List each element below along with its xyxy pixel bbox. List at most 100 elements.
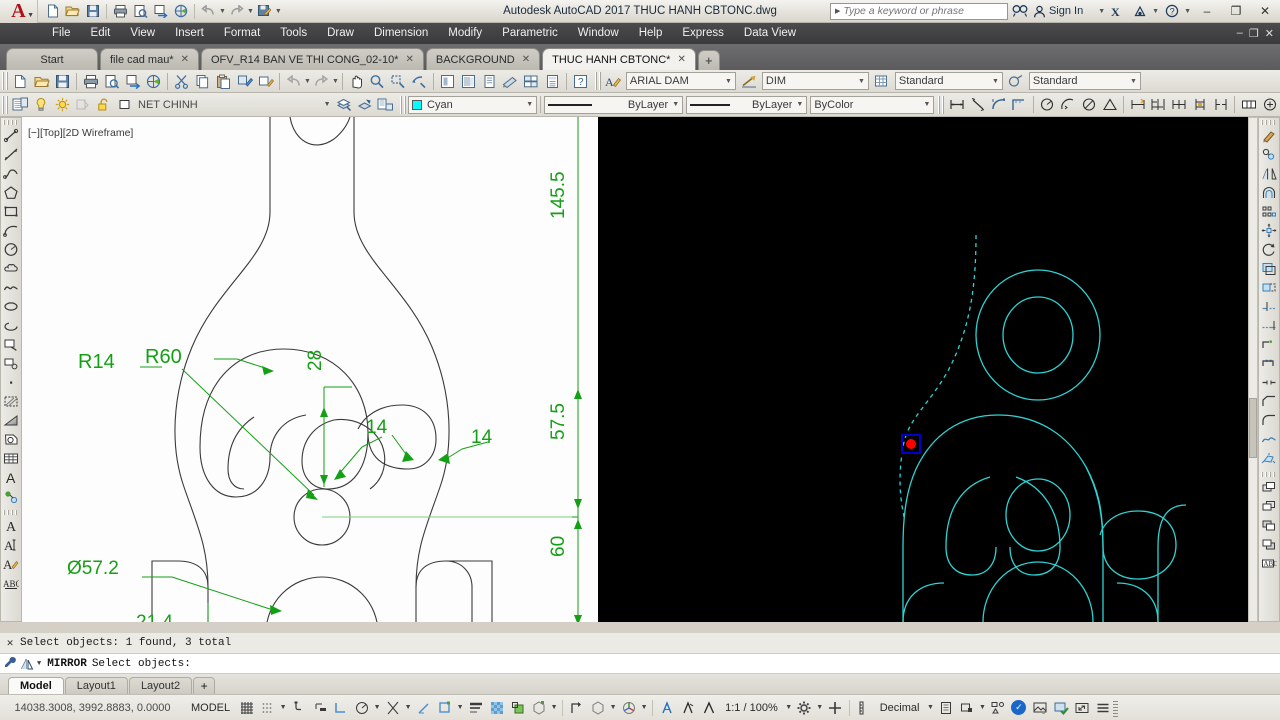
menu-item-edit[interactable]: Edit [81,23,121,44]
zoom-previous-icon[interactable] [409,71,430,91]
new-layout-button[interactable]: + [193,677,216,694]
object-snap-icon[interactable] [434,697,455,719]
chevron-down-icon[interactable]: ▼ [219,8,226,15]
close-icon[interactable]: ✕ [677,54,685,65]
join-icon[interactable] [1259,373,1279,392]
menu-item-window[interactable]: Window [568,23,629,44]
copy-icon[interactable] [192,71,213,91]
dynamic-input-icon[interactable] [309,697,330,719]
zoom-window-icon[interactable] [388,71,409,91]
spell-check-icon[interactable]: ABC [1,573,21,592]
chevron-down-icon[interactable]: ▼ [278,704,288,711]
polar-tracking-icon[interactable] [351,697,372,719]
grid-display-icon[interactable] [236,697,257,719]
table-icon[interactable] [1,449,21,468]
dim-quick-icon[interactable] [1127,95,1148,115]
text-style-combo[interactable]: ARIAL DAM ▼ [625,72,736,90]
menu-item-parametric[interactable]: Parametric [492,23,568,44]
chevron-down-icon[interactable]: ▼ [639,704,649,711]
close-icon[interactable]: ✕ [181,54,189,65]
toolbar-grip[interactable] [3,510,19,515]
array-icon[interactable] [1259,202,1279,221]
calculator-icon[interactable] [542,71,563,91]
menu-item-draw[interactable]: Draw [317,23,364,44]
mleader-style-combo[interactable]: Standard ▼ [1028,72,1141,90]
chevron-down-icon[interactable]: ▼ [925,704,935,711]
chevron-down-icon[interactable]: ▼ [332,78,339,85]
copy-icon[interactable] [1259,145,1279,164]
extend-icon[interactable] [1259,316,1279,335]
file-tab-thuc-hanh-cbtonc[interactable]: THUC HANH CBTONC* ✕ [542,48,696,70]
chevron-down-icon[interactable]: ▼ [1184,8,1191,15]
lineweight-icon[interactable] [465,697,486,719]
dim-ordinate-icon[interactable] [1009,95,1030,115]
chevron-down-icon[interactable]: ▼ [304,78,311,85]
sheetset-icon[interactable] [521,71,542,91]
chevron-down-icon[interactable]: ▼ [792,101,803,108]
help-icon[interactable]: ? [570,71,591,91]
construction-line-icon[interactable] [1,145,21,164]
maximize-button[interactable]: ❐ [1223,1,1249,22]
chevron-down-icon[interactable]: ▼ [784,704,794,711]
new-icon[interactable] [10,71,31,91]
open-icon[interactable] [63,2,82,21]
redo-icon[interactable] [311,71,332,91]
quick-properties-icon[interactable] [935,697,956,719]
open-icon[interactable] [31,71,52,91]
save-icon[interactable] [83,2,102,21]
doc-close-button[interactable]: ✕ [1265,27,1274,40]
menu-item-insert[interactable]: Insert [165,23,214,44]
publish-icon[interactable] [122,71,143,91]
toolbar-grip[interactable] [1261,120,1277,125]
polyline-icon[interactable] [1,164,21,183]
customization-icon[interactable] [1092,697,1113,719]
gizmo-icon[interactable] [618,697,639,719]
break-icon[interactable] [1259,335,1279,354]
close-icon[interactable]: ✕ [0,636,20,650]
redo-icon[interactable] [227,2,246,21]
annotation-scale-icon[interactable] [698,697,719,719]
isolate-objects-icon[interactable] [987,697,1008,719]
unlock-icon[interactable] [93,95,114,115]
menu-item-data-view[interactable]: Data View [734,23,806,44]
file-tab-file-cad-mau[interactable]: file cad mau* ✕ [100,48,199,70]
color-combo[interactable]: Cyan ▼ [408,95,538,114]
hot-grip[interactable] [906,439,916,449]
search-box[interactable]: ▶ [829,2,1008,20]
dim-continue-icon[interactable] [1169,95,1190,115]
plot-icon[interactable] [80,71,101,91]
dim-style-icon[interactable] [739,71,760,91]
selection-filtering-icon[interactable] [587,697,608,719]
close-button[interactable]: ✕ [1252,1,1278,22]
chevron-down-icon[interactable]: ▼ [854,78,865,85]
plot-preview-icon[interactable] [101,71,122,91]
send-to-back-icon[interactable] [1259,497,1279,516]
elliptical-arc-icon[interactable] [1,316,21,335]
command-line[interactable]: ▼ MIRROR Select objects: [0,653,1280,674]
bring-above-icon[interactable] [1259,516,1279,535]
blend-curves-icon[interactable] [1259,430,1279,449]
chevron-down-icon[interactable]: ▼ [455,704,465,711]
saveas-icon[interactable] [255,2,274,21]
toolbar-grip[interactable] [2,95,8,114]
center-mark-icon[interactable] [1259,95,1280,115]
lineweight-combo[interactable]: ByLayer ▼ [686,95,808,114]
dim-arclength-icon[interactable] [988,95,1009,115]
markup-icon[interactable] [500,71,521,91]
menu-item-modify[interactable]: Modify [438,23,492,44]
ellipse-icon[interactable] [1,297,21,316]
toolpalettes-icon[interactable] [479,71,500,91]
chevron-down-icon[interactable]: ▼ [668,101,679,108]
viewport-left[interactable]: [−][Top][2D Wireframe] R14 R60 28 14 14 … [22,117,598,622]
scrollbar-thumb[interactable] [1249,398,1257,458]
chevron-down-icon[interactable]: ▼ [1126,78,1137,85]
isometric-drafting-icon[interactable] [382,697,403,719]
trim-icon[interactable] [1259,297,1279,316]
dim-style-combo[interactable]: DIM ▼ [761,72,869,90]
application-menu-button[interactable]: A ▼ [0,0,38,23]
transparency-icon[interactable] [486,697,507,719]
layer-match-icon[interactable] [375,95,396,115]
mirror-icon[interactable] [1259,164,1279,183]
autoscale-icon[interactable] [677,697,698,719]
menu-item-express[interactable]: Express [672,23,734,44]
